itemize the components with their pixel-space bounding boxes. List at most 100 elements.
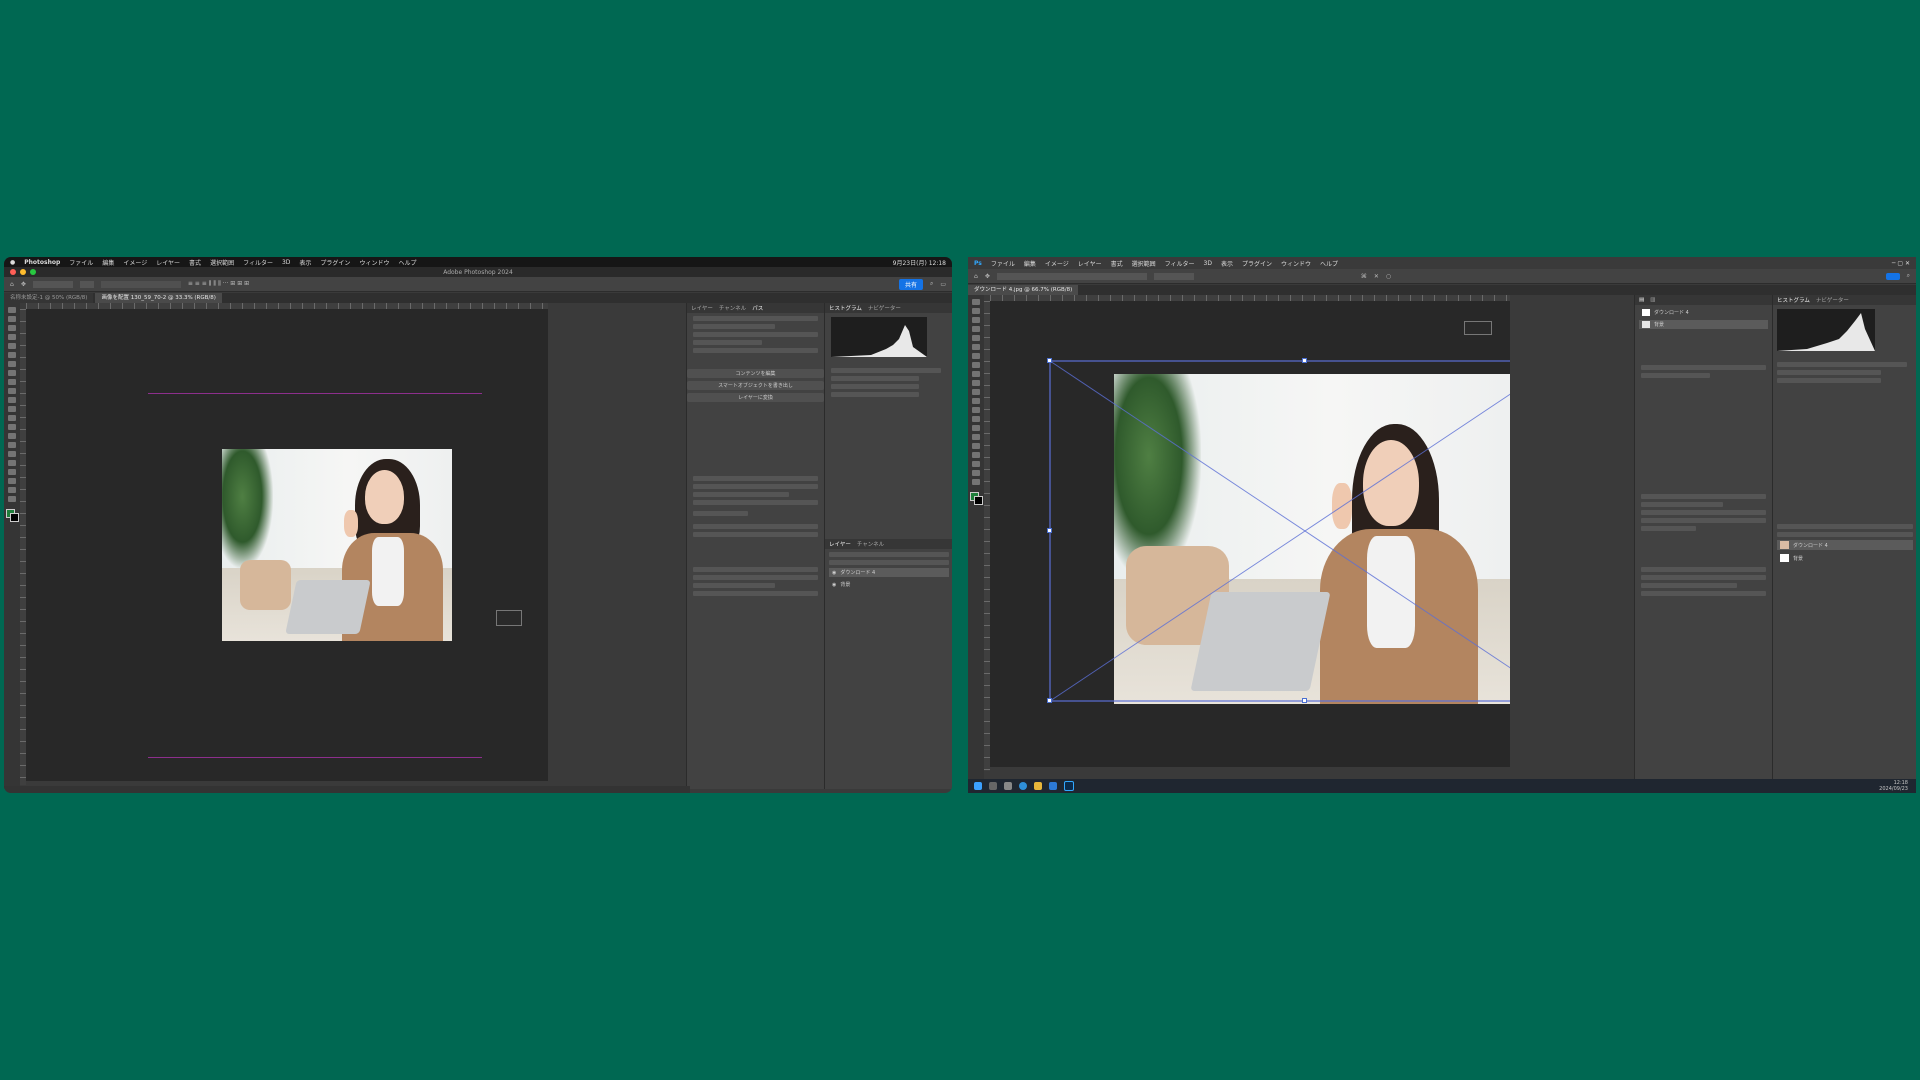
tab-histogram[interactable]: ヒストグラム — [829, 304, 862, 312]
pen-tool-icon[interactable] — [8, 442, 16, 448]
tab-navigator[interactable]: ナビゲーター — [1816, 296, 1849, 304]
tab-paths[interactable]: パス — [752, 304, 763, 312]
tab-channels-panel[interactable]: チャンネル — [857, 540, 884, 548]
eraser-tool-icon[interactable] — [8, 406, 16, 412]
menu-edit[interactable]: 編集 — [1024, 259, 1036, 268]
brush-tool-icon[interactable] — [972, 371, 980, 377]
marquee-tool-icon[interactable] — [8, 316, 16, 322]
shape-tool-icon[interactable] — [972, 461, 980, 467]
app-name[interactable]: Photoshop — [24, 259, 60, 266]
minimize-icon[interactable] — [20, 269, 26, 275]
transform-handle-left[interactable] — [1047, 528, 1052, 533]
shape-tool-icon[interactable] — [8, 469, 16, 475]
layer-row[interactable]: 背景 — [1777, 553, 1913, 563]
menu-plugins[interactable]: プラグイン — [320, 258, 350, 267]
menu-edit[interactable]: 編集 — [102, 258, 114, 267]
tab-layers-panel[interactable]: レイヤー — [829, 540, 851, 548]
menu-select[interactable]: 選択範囲 — [210, 258, 234, 267]
hand-tool-icon[interactable] — [972, 470, 980, 476]
menu-file[interactable]: ファイル — [69, 258, 93, 267]
move-tool-icon[interactable]: ✥ — [985, 273, 990, 280]
transform-fields[interactable] — [996, 272, 1147, 280]
menu-help[interactable]: ヘルプ — [1320, 259, 1338, 268]
healing-tool-icon[interactable] — [972, 362, 980, 368]
menu-view[interactable]: 表示 — [299, 258, 311, 267]
menu-3d[interactable]: 3D — [282, 259, 290, 266]
crop-tool-icon[interactable] — [972, 335, 980, 341]
menu-3d[interactable]: 3D — [1204, 260, 1212, 267]
menu-help[interactable]: ヘルプ — [398, 258, 416, 267]
path-select-icon[interactable] — [972, 452, 980, 458]
eyedropper-tool-icon[interactable] — [8, 361, 16, 367]
gradient-tool-icon[interactable] — [972, 407, 980, 413]
interpolation-dropdown[interactable] — [1153, 272, 1194, 280]
store-icon[interactable] — [1049, 782, 1057, 790]
visibility-icon[interactable]: ◉ — [832, 582, 836, 588]
blend-mode[interactable] — [1777, 524, 1913, 529]
type-tool-icon[interactable] — [8, 451, 16, 457]
menu-plugins[interactable]: プラグイン — [1242, 259, 1272, 268]
layer-row-active[interactable]: ダウンロード 4 — [1639, 308, 1768, 317]
layer-row-active[interactable]: ダウンロード 4 — [1777, 540, 1913, 550]
photoshop-taskbar-icon[interactable] — [1064, 781, 1074, 791]
document-canvas[interactable] — [990, 301, 1510, 767]
window-controls[interactable]: ─ ▢ ✕ — [1892, 260, 1910, 267]
history-brush-icon[interactable] — [8, 397, 16, 403]
transform-controls-checkbox[interactable] — [100, 280, 181, 288]
healing-tool-icon[interactable] — [8, 370, 16, 376]
select-tool-icon[interactable] — [972, 326, 980, 332]
tab-channels[interactable]: チャンネル — [719, 304, 746, 312]
tab-layers-panel[interactable]: ▤ — [1639, 297, 1644, 303]
search-icon[interactable]: ⌕ — [1907, 272, 1910, 280]
tab-document[interactable]: ダウンロード 4.jpg @ 66.7% (RGB/8) — [968, 285, 1079, 295]
align-icons[interactable]: ≡ ≡ ≡ ⫼ ⫼ ⫼ ··· ⊞ ⊞ ⊞ — [188, 280, 249, 288]
ps-logo-icon[interactable]: Ps — [974, 260, 982, 267]
placed-photo[interactable] — [222, 449, 452, 641]
layer-row[interactable]: 背景 — [1639, 320, 1768, 329]
menu-window[interactable]: ウィンドウ — [1281, 259, 1311, 268]
home-icon[interactable]: ⌂ — [10, 281, 14, 288]
path-select-icon[interactable] — [8, 460, 16, 466]
menu-image[interactable]: イメージ — [1045, 259, 1069, 268]
tab-navigator[interactable]: ナビゲーター — [868, 304, 901, 312]
select-tool-icon[interactable] — [8, 334, 16, 340]
search-icon[interactable]: ⌕ — [930, 280, 933, 288]
task-view-icon[interactable] — [1004, 782, 1012, 790]
apple-icon[interactable]: ● — [10, 259, 15, 266]
marquee-tool-icon[interactable] — [972, 308, 980, 314]
visibility-icon[interactable]: ◉ — [832, 570, 836, 576]
eyedropper-tool-icon[interactable] — [972, 353, 980, 359]
background-color[interactable] — [10, 513, 19, 522]
crop-tool-icon[interactable] — [8, 343, 16, 349]
close-icon[interactable] — [10, 269, 16, 275]
menu-layer[interactable]: レイヤー — [1078, 259, 1102, 268]
color-swatches[interactable] — [970, 492, 983, 505]
share-button[interactable]: 共有 — [898, 278, 923, 290]
transform-bounding-box[interactable] — [990, 301, 1510, 767]
layer-dropdown[interactable] — [79, 280, 94, 288]
blur-tool-icon[interactable] — [972, 416, 980, 422]
pen-tool-icon[interactable] — [972, 434, 980, 440]
transform-handle-bottom-left[interactable] — [1047, 698, 1052, 703]
blend-mode[interactable] — [829, 560, 949, 565]
menu-layer[interactable]: レイヤー — [156, 258, 180, 267]
menu-filter[interactable]: フィルター — [1165, 259, 1195, 268]
dodge-tool-icon[interactable] — [972, 425, 980, 431]
stamp-tool-icon[interactable] — [8, 388, 16, 394]
layer-row[interactable]: ◉ 背景 — [829, 580, 949, 589]
lasso-tool-icon[interactable] — [8, 325, 16, 331]
brush-tool-icon[interactable] — [8, 379, 16, 385]
tab-layers[interactable]: レイヤー — [691, 304, 713, 312]
document-canvas[interactable] — [26, 309, 548, 781]
transform-handle-top-left[interactable] — [1047, 358, 1052, 363]
workspace-icon[interactable]: ▭ — [940, 281, 946, 288]
menu-view[interactable]: 表示 — [1221, 259, 1233, 268]
share-button[interactable] — [1885, 272, 1900, 280]
transform-handle-bottom[interactable] — [1302, 698, 1307, 703]
home-icon[interactable]: ⌂ — [974, 273, 978, 280]
menu-select[interactable]: 選択範囲 — [1132, 259, 1156, 268]
menu-image[interactable]: イメージ — [123, 258, 147, 267]
tab-channels-panel[interactable]: ▥ — [1650, 297, 1655, 303]
menu-filter[interactable]: フィルター — [243, 258, 273, 267]
convert-to-layers-button[interactable]: レイヤーに変換 — [687, 393, 824, 402]
